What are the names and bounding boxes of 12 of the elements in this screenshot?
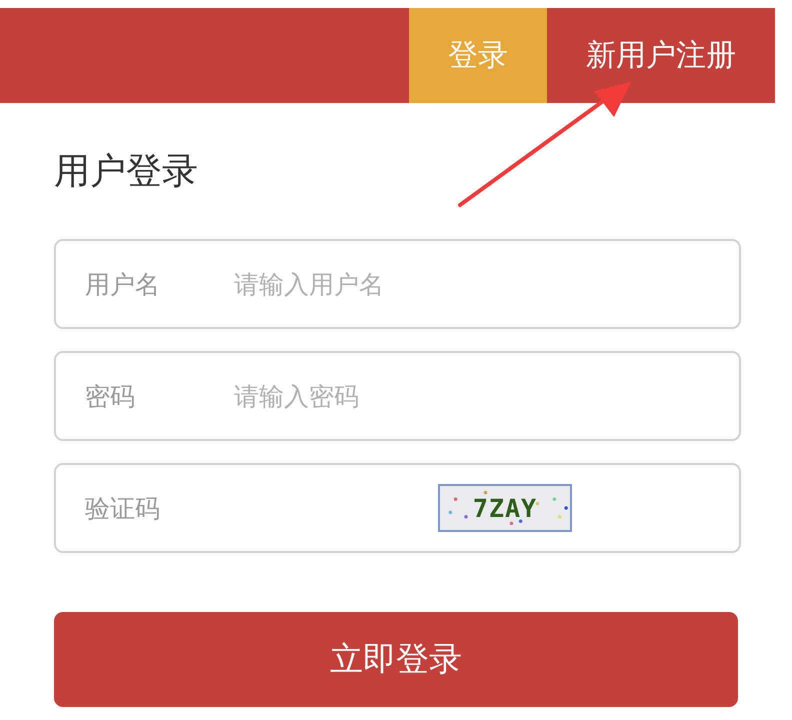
password-input[interactable]: 请输入密码 [234,376,654,416]
username-input[interactable]: 请输入用户名 [234,264,654,304]
field-label: 验证码 [85,492,161,524]
field-label: 用户名 [85,268,161,300]
captcha-image[interactable]: 7ZAY [438,484,572,532]
login-button[interactable]: 立即登录 [54,612,738,707]
username-field[interactable]: 用户名 请输入用户名 [54,239,741,329]
captcha-field[interactable]: 验证码 7ZAY [54,463,741,553]
field-label: 密码 [85,380,136,412]
nav-tab[interactable]: 新用户注册 [547,8,775,103]
page-title: 用户登录 [54,150,198,194]
password-field[interactable]: 密码 请输入密码 [54,351,741,441]
